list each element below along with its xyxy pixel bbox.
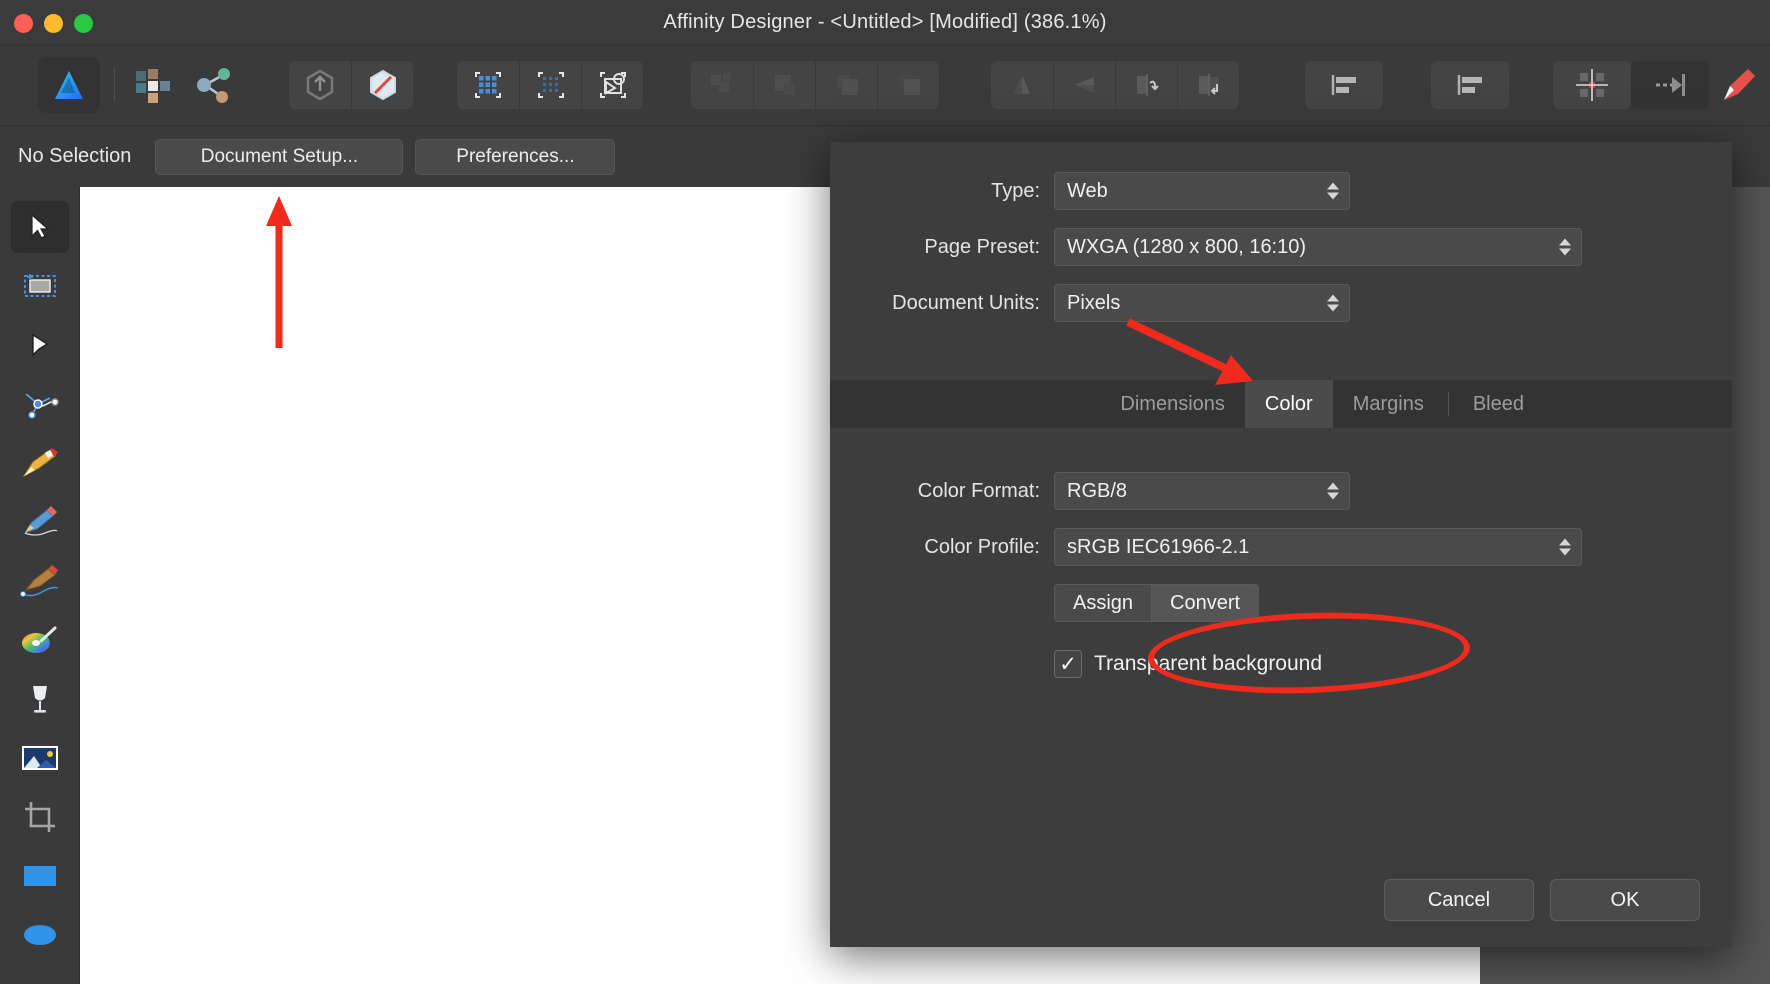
arrow-to-color-tab (1128, 322, 1253, 385)
affinity-designer-window: Affinity Designer - <Untitled> [Modified… (0, 0, 1770, 984)
annotation-layer (0, 0, 1770, 984)
arrow-to-document-setup (266, 196, 292, 348)
